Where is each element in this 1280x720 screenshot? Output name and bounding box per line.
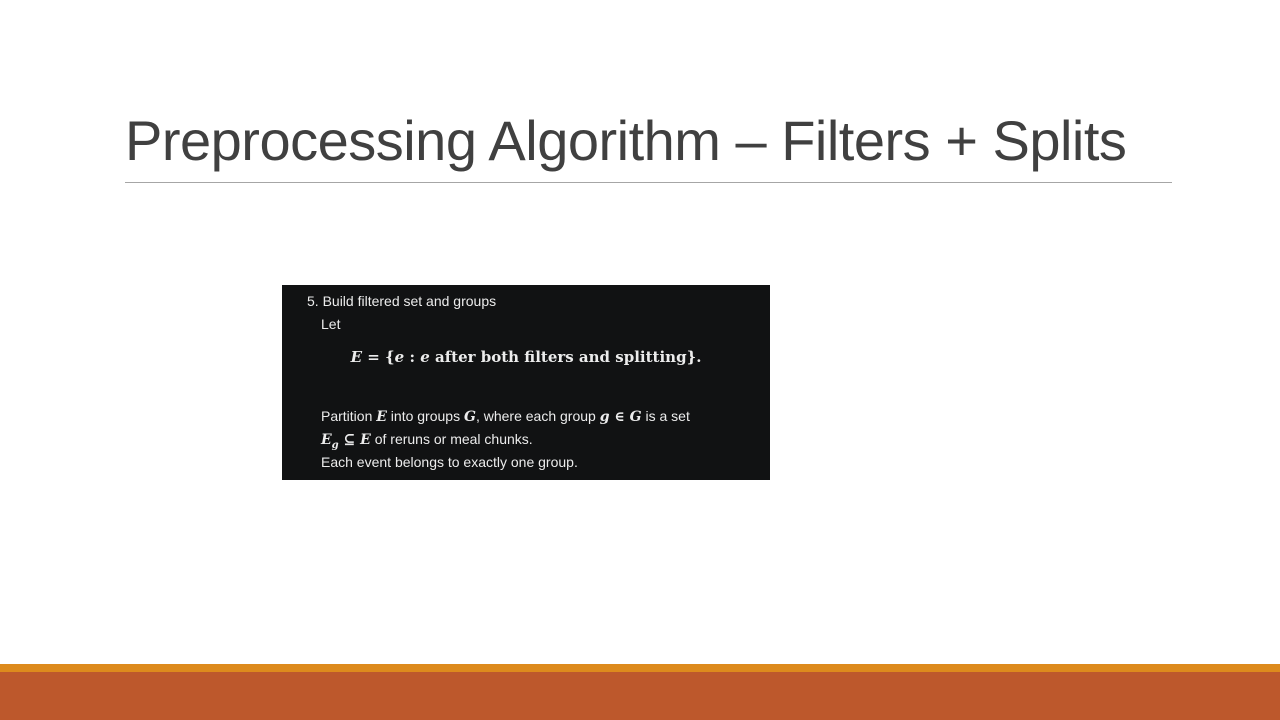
eq-close: }.	[686, 348, 702, 366]
partition-sym-g: g	[599, 409, 610, 425]
embedded-screenshot: 5. Build filtered set and groups Let E =…	[282, 285, 770, 480]
eq-lhs: E	[350, 348, 362, 366]
partition-post: is a set	[641, 408, 690, 424]
subset-sym-e: Eg	[321, 432, 339, 451]
partition-line: Partition E into groups G, where each gr…	[321, 408, 690, 425]
partition-sym-e: E	[376, 409, 387, 425]
set-definition-equation: E = {e : e after both filters and splitt…	[282, 348, 770, 366]
let-label: Let	[321, 316, 341, 332]
title-divider	[125, 182, 1172, 183]
footer-accent-stripe	[0, 664, 1280, 672]
slide: Preprocessing Algorithm – Filters + Spli…	[0, 0, 1280, 720]
subset-e-subscript: g	[331, 439, 339, 451]
each-event-line: Each event belongs to exactly one group.	[321, 454, 578, 470]
partition-mid2: , where each group	[475, 408, 600, 424]
partition-sym-groups: G	[463, 409, 476, 425]
eq-text: after both filters and splitting	[429, 348, 687, 366]
slide-title: Preprocessing Algorithm – Filters + Spli…	[125, 109, 1127, 172]
partition-in: ∈	[609, 409, 630, 425]
footer-bar	[0, 672, 1280, 720]
subset-e-base: E	[321, 432, 332, 448]
step-heading: 5. Build filtered set and groups	[307, 293, 497, 309]
eq-colon: :	[404, 348, 421, 366]
subset-line: Eg ⊆ E of reruns or meal chunks.	[321, 431, 533, 451]
partition-mid1: into groups	[386, 408, 464, 424]
subset-post: of reruns or meal chunks.	[370, 431, 533, 447]
eq-var2: e	[420, 348, 430, 366]
subset-op: ⊆	[338, 432, 361, 448]
partition-sym-groups-2: G	[629, 409, 642, 425]
partition-pre: Partition	[321, 408, 377, 424]
subset-sym-e2: E	[360, 432, 371, 448]
eq-var: e	[394, 348, 405, 366]
eq-equals: = {	[362, 348, 395, 366]
